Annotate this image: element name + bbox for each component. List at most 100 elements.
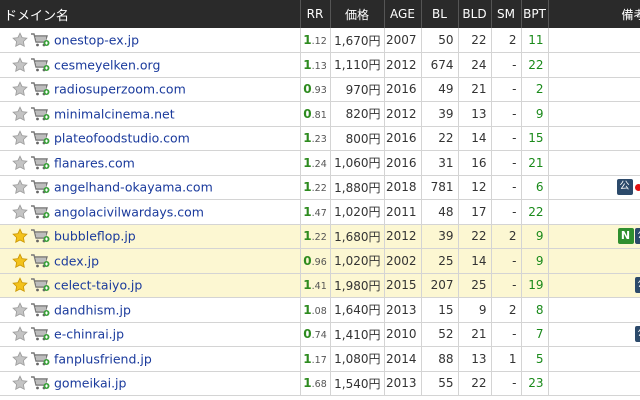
age-cell: 2014 [384,346,422,372]
rr-decimal: .68 [311,379,327,391]
star-icon[interactable] [12,155,29,171]
rr-decimal: .93 [311,85,327,97]
rr-cell: 1.17 [300,346,331,372]
price-cell: 1,020円 [330,199,385,225]
bpt-cell: 22 [521,199,549,225]
cart-icon[interactable] [30,302,50,318]
domain-link[interactable]: dandhism.jp [54,302,131,317]
star-icon[interactable] [12,106,29,122]
domain-link[interactable]: minimalcinema.net [54,106,175,121]
star-icon[interactable] [12,130,29,146]
table-row: e-chinrai.jp 0.74 1,410円 2010 52 21 - 7 … [0,322,640,347]
cart-icon[interactable] [30,253,50,269]
cart-icon[interactable] [30,277,50,293]
column-header-bl[interactable]: BL [421,0,459,28]
domain-link[interactable]: angolacivilwardays.com [54,204,204,219]
note-cell: 公 [548,101,640,127]
star-icon[interactable] [12,57,29,73]
bld-cell: 17 [458,199,492,225]
rr-decimal: .22 [311,232,327,244]
domain-cell: minimalcinema.net [0,101,301,127]
rr-integer: 1 [303,376,312,391]
cart-icon[interactable] [30,351,50,367]
bpt-cell: 9 [521,248,549,274]
star-icon[interactable] [12,253,29,269]
price-cell: 1,980円 [330,273,385,298]
bpt-cell: 11 [521,28,549,53]
table-row: onestop-ex.jp 1.12 1,670円 2007 50 22 2 1… [0,28,640,53]
age-cell: 2016 [384,150,422,176]
domain-cell: cesmeyelken.org [0,52,301,78]
column-header-sm[interactable]: SM [491,0,522,28]
domain-link[interactable]: radiosuperzoom.com [54,82,186,97]
cart-icon[interactable] [30,32,50,48]
table-row: dandhism.jp 1.08 1,640円 2013 15 9 2 8 [0,297,640,323]
rr-integer: 1 [303,302,312,317]
cart-icon[interactable] [30,106,50,122]
column-header-rr[interactable]: RR [300,0,331,28]
cart-icon[interactable] [30,326,50,342]
star-icon[interactable] [12,277,29,293]
star-icon[interactable] [12,228,29,244]
star-icon[interactable] [12,179,29,195]
cart-icon[interactable] [30,179,50,195]
cart-icon[interactable] [30,375,50,391]
table-row: cdex.jp 0.96 1,020円 2002 25 14 - 9 [0,248,640,274]
age-cell: 2016 [384,126,422,151]
star-icon[interactable] [12,302,29,318]
table-row: bubbleflop.jp 1.22 1,680円 2012 39 22 2 9… [0,224,640,249]
new-badge: N [617,228,634,245]
domain-link[interactable]: celect-taiyo.jp [54,278,142,293]
cart-icon[interactable] [30,228,50,244]
domain-link[interactable]: e-chinrai.jp [54,327,124,342]
column-header-age[interactable]: AGE [384,0,422,28]
column-header-domain[interactable]: ドメイン名 [0,0,301,28]
sm-cell: - [491,322,522,347]
cart-icon[interactable] [30,130,50,146]
column-header-bpt[interactable]: BPT [521,0,549,28]
bld-cell: 14 [458,126,492,151]
star-icon[interactable] [12,32,29,48]
rr-decimal: .13 [311,60,327,72]
note-cell: N公 [548,224,640,249]
rr-decimal: .81 [311,109,327,121]
price-cell: 1,540円 [330,371,385,396]
domain-link[interactable]: fanplusfriend.jp [54,351,152,366]
rr-cell: 0.93 [300,77,331,102]
rr-decimal: .22 [311,183,327,195]
star-icon[interactable] [12,326,29,342]
domain-link[interactable]: angelhand-okayama.com [54,180,213,195]
table-header: ドメイン名 RR 価格 AGE BL BLD SM BPT 備考 [0,0,640,28]
star-icon[interactable] [12,204,29,220]
price-cell: 1,080円 [330,346,385,372]
domain-link[interactable]: gomeikai.jp [54,376,126,391]
domain-link[interactable]: bubbleflop.jp [54,229,136,244]
cart-icon[interactable] [30,204,50,220]
table-row: angelhand-okayama.com 1.22 1,880円 2018 7… [0,175,640,200]
column-header-bld[interactable]: BLD [458,0,492,28]
cart-icon[interactable] [30,155,50,171]
bld-cell: 22 [458,224,492,249]
star-icon[interactable] [12,81,29,97]
cart-icon[interactable] [30,81,50,97]
bpt-cell: 15 [521,126,549,151]
domain-table: ドメイン名 RR 価格 AGE BL BLD SM BPT 備考 onestop… [0,0,640,396]
domain-link[interactable]: flanares.com [54,155,135,170]
rr-decimal: .74 [311,330,327,342]
bl-cell: 781 [421,175,459,200]
table-row: gomeikai.jp 1.68 1,540円 2013 55 22 - 23 [0,371,640,396]
note-cell [548,371,640,396]
domain-link[interactable]: cesmeyelken.org [54,57,160,72]
domain-link[interactable]: cdex.jp [54,253,99,268]
rr-integer: 1 [303,229,312,244]
bld-cell: 21 [458,77,492,102]
star-icon[interactable] [12,351,29,367]
cart-icon[interactable] [30,57,50,73]
bld-cell: 13 [458,346,492,372]
star-icon[interactable] [12,375,29,391]
column-header-price[interactable]: 価格 [330,0,385,28]
table-row: celect-taiyo.jp 1.41 1,980円 2015 207 25 … [0,273,640,298]
domain-link[interactable]: plateofoodstudio.com [54,131,190,146]
domain-link[interactable]: onestop-ex.jp [54,33,139,48]
rr-decimal: .24 [311,158,327,170]
